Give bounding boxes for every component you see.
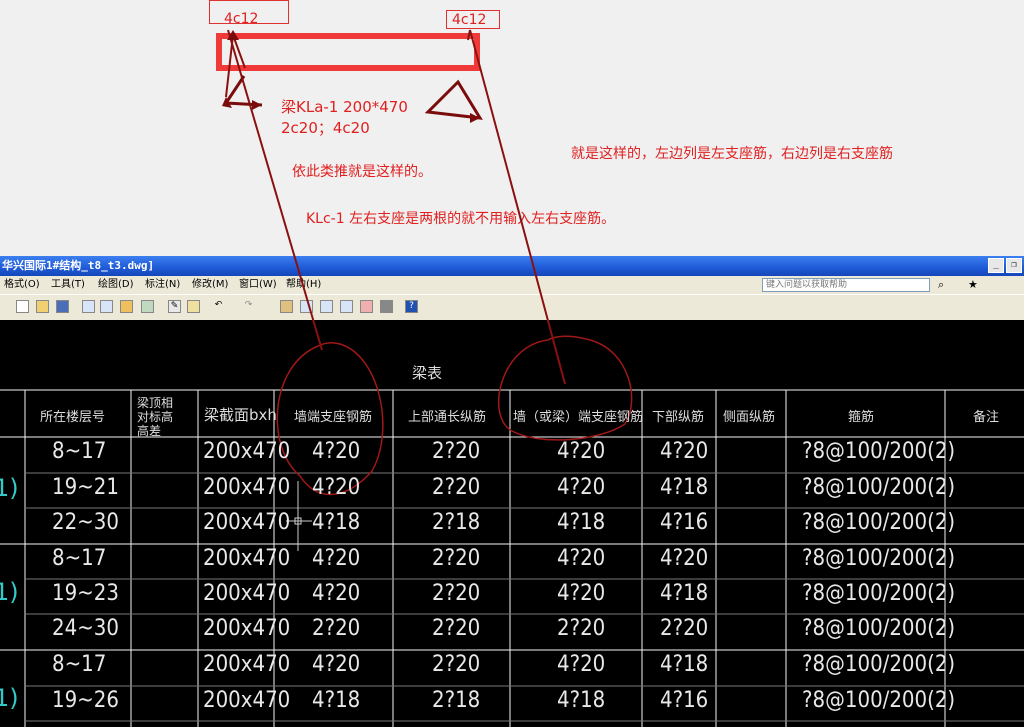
table-cell: 200x470 — [203, 581, 291, 606]
table-cell: 19~23 — [52, 581, 119, 606]
col-header-elevation: 梁顶相对标高高差 — [137, 396, 174, 438]
note-klc: KLc-1 左右支座是两根的就不用输入左右支座筋。 — [306, 211, 616, 227]
table-cell: 200x470 — [203, 439, 291, 464]
table-cell: 4?18 — [660, 581, 709, 606]
cad-window: 华兴国际1#结构_t8_t3.dwg] _ ❐ 格式(O) 工具(T) 绘图(D… — [0, 256, 1024, 727]
table-cell: 4?18 — [312, 688, 361, 713]
table-cell: 200x470 — [203, 546, 291, 571]
table-cell: 2?18 — [432, 510, 481, 535]
table-cell: 2?20 — [660, 616, 709, 641]
table-cell: 4?20 — [660, 546, 709, 571]
beam-outline — [216, 33, 480, 71]
table-cell: 4?18 — [312, 510, 361, 535]
table-cell: ?8@100/200(2) — [802, 546, 956, 571]
table-cell: 2?20 — [557, 616, 606, 641]
table-cell: ?8@100/200(2) — [802, 652, 956, 677]
table-cell: 2?20 — [432, 546, 481, 571]
table-cell: 2?20 — [432, 475, 481, 500]
table-cell: 4?20 — [312, 475, 361, 500]
table-cell: ?8@100/200(2) — [802, 616, 956, 641]
table-cell: ?8@100/200(2) — [802, 475, 956, 500]
col-header-wall-support: 墙端支座钢筋 — [294, 410, 373, 425]
table-cell: 4?20 — [312, 581, 361, 606]
table-cell: 8~17 — [52, 652, 107, 677]
table-cell: 4?18 — [557, 510, 606, 535]
col-header-side: 侧面纵筋 — [723, 410, 776, 425]
col-header-remark: 备注 — [973, 410, 1000, 425]
col-header-section: 梁截面bxh — [204, 406, 277, 424]
table-cell: ?8@100/200(2) — [802, 439, 956, 464]
col-header-stirrup: 箍筋 — [848, 410, 875, 425]
table-cell: 4?20 — [557, 439, 606, 464]
table-cell: 2?20 — [432, 616, 481, 641]
table-cell: 4?20 — [312, 439, 361, 464]
table-cell: 4?18 — [660, 652, 709, 677]
table-cell: 2?20 — [312, 616, 361, 641]
table-cell: ?8@100/200(2) — [802, 581, 956, 606]
table-cell: ?8@100/200(2) — [802, 688, 956, 713]
table-cell: 2?20 — [432, 439, 481, 464]
table-cell: 4?16 — [660, 510, 709, 535]
table-cell: 4?20 — [557, 581, 606, 606]
note-right: 就是这样的，左边列是左支座筋，右边列是右支座筋 — [571, 146, 893, 162]
table-cell: 4?18 — [557, 688, 606, 713]
annotation-area: 4c12 4c12 梁KLa-1 200*470 2c20；4c20 依此类推就… — [0, 0, 1024, 256]
table-cell: 200x470 — [203, 652, 291, 677]
group-mark: 1) — [0, 578, 19, 606]
table-cell: 200x470 — [203, 616, 291, 641]
group-mark: 1) — [0, 474, 19, 502]
table-cell: 19~26 — [52, 688, 119, 713]
table-cell: 4?20 — [312, 652, 361, 677]
table-cell: 4?20 — [312, 546, 361, 571]
table-title: 梁表 — [412, 364, 443, 382]
table-cell: 200x470 — [203, 475, 291, 500]
note-infer: 依此类推就是这样的。 — [292, 164, 432, 180]
table-cell: 19~21 — [52, 475, 119, 500]
table-cell: 2?18 — [432, 688, 481, 713]
col-header-end-support: 墙（或梁）端支座钢筋 — [513, 410, 644, 425]
table-cell: 2?20 — [432, 652, 481, 677]
group-mark: 1) — [0, 684, 19, 712]
beam-label-line2: 2c20；4c20 — [281, 119, 370, 137]
beam-label-line1: 梁KLa-1 200*470 — [281, 98, 408, 116]
table-cell: 4?20 — [557, 652, 606, 677]
table-cell: 4?16 — [660, 688, 709, 713]
table-cell: 4?20 — [557, 546, 606, 571]
table-cell: ?8@100/200(2) — [802, 510, 956, 535]
table-cell: 8~17 — [52, 439, 107, 464]
table-cell: 4?18 — [660, 475, 709, 500]
col-header-bottom: 下部纵筋 — [652, 410, 705, 425]
table-cell: 24~30 — [52, 616, 119, 641]
col-header-top-continuous: 上部通长纵筋 — [408, 410, 487, 425]
table-cell: 200x470 — [203, 510, 291, 535]
table-cell: 22~30 — [52, 510, 119, 535]
tag-left: 4c12 — [224, 11, 259, 27]
table-cell: 4?20 — [660, 439, 709, 464]
table-cell: 4?20 — [557, 475, 606, 500]
table-cell: 8~17 — [52, 546, 107, 571]
tag-right: 4c12 — [452, 12, 487, 28]
col-header-floor: 所在楼层号 — [40, 410, 106, 425]
table-cell: 2?20 — [432, 581, 481, 606]
table-cell: 200x470 — [203, 688, 291, 713]
